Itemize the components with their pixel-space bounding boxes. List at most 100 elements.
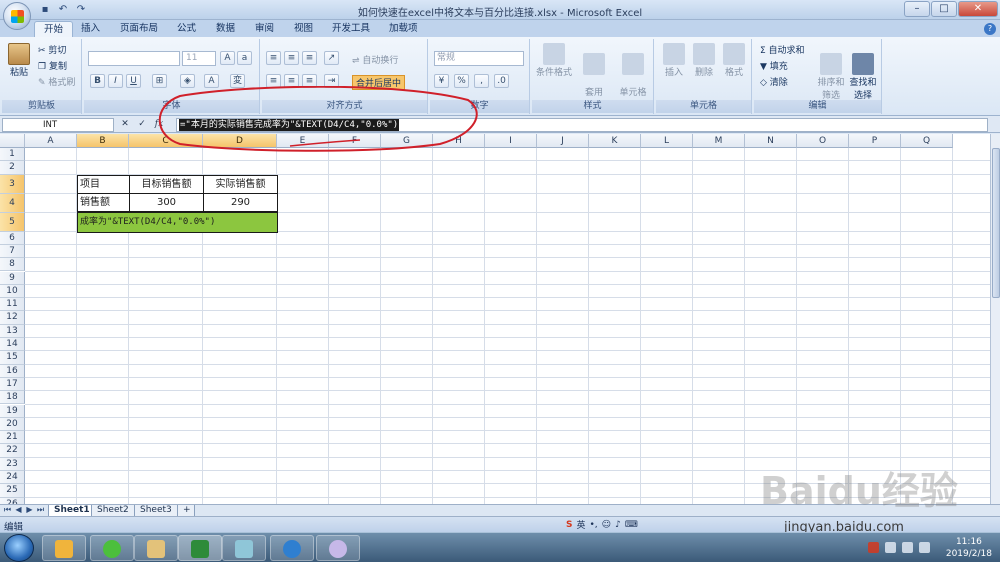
tab-view[interactable]: 视图 xyxy=(285,21,322,37)
autosum-button[interactable]: Σ 自动求和 xyxy=(760,43,805,56)
column-header-k[interactable]: K xyxy=(589,134,641,148)
tab-data[interactable]: 数据 xyxy=(207,21,244,37)
tab-page-layout[interactable]: 页面布局 xyxy=(111,21,167,37)
microphone-icon[interactable]: ♪ xyxy=(615,520,621,530)
comma-icon[interactable]: , xyxy=(474,74,489,88)
taskbar-app-1[interactable] xyxy=(42,535,86,561)
row-header-3[interactable]: 3 xyxy=(0,174,25,194)
increase-decimal-icon[interactable]: .0 xyxy=(494,74,509,88)
bold-button[interactable]: B xyxy=(90,74,105,88)
indent-icon[interactable]: ⇥ xyxy=(324,74,339,88)
format-cells-button[interactable]: 格式 xyxy=(720,43,748,78)
cell-b3[interactable]: 项目 xyxy=(77,175,130,194)
first-sheet-icon[interactable]: ⏮ xyxy=(3,505,12,515)
start-button[interactable] xyxy=(4,534,34,562)
tab-review[interactable]: 审阅 xyxy=(246,21,283,37)
row-header-22[interactable]: 22 xyxy=(0,444,25,458)
row-header-14[interactable]: 14 xyxy=(0,338,25,352)
column-header-l[interactable]: L xyxy=(641,134,693,148)
tab-insert[interactable]: 插入 xyxy=(72,21,109,37)
cell-b5-editing[interactable]: 成率为"&TEXT(D4/C4,"0.0%") xyxy=(77,212,278,233)
border-icon[interactable]: ⊞ xyxy=(152,74,167,88)
tab-addins[interactable]: 加载项 xyxy=(380,21,427,37)
row-header-8[interactable]: 8 xyxy=(0,258,25,272)
taskbar-app-7[interactable] xyxy=(316,535,360,561)
align-center-icon[interactable]: ≡ xyxy=(284,74,299,88)
row-header-16[interactable]: 16 xyxy=(0,364,25,378)
cell-c3[interactable]: 目标销售额 xyxy=(129,175,204,194)
clear-button[interactable]: ◇ 清除 xyxy=(760,75,788,88)
column-header-h[interactable]: H xyxy=(433,134,485,148)
find-select-button[interactable]: 查找和 选择 xyxy=(848,43,878,101)
column-header-e[interactable]: E xyxy=(277,134,329,148)
row-header-4[interactable]: 4 xyxy=(0,193,25,213)
copy-button[interactable]: ❐ 复制 xyxy=(38,59,67,72)
format-painter-button[interactable]: ✎ 格式刷 xyxy=(38,75,75,88)
row-header-12[interactable]: 12 xyxy=(0,311,25,325)
insert-function-icon[interactable]: fx xyxy=(152,118,166,131)
row-header-15[interactable]: 15 xyxy=(0,351,25,365)
cell-d4[interactable]: 290 xyxy=(203,193,278,212)
tray-sogou-icon[interactable] xyxy=(868,542,879,553)
currency-icon[interactable]: ¥ xyxy=(434,74,449,88)
taskbar-app-2[interactable] xyxy=(90,535,134,561)
emoji-icon[interactable]: ☺ xyxy=(602,520,611,530)
row-header-17[interactable]: 17 xyxy=(0,377,25,392)
row-header-18[interactable]: 18 xyxy=(0,391,25,405)
row-header-11[interactable]: 11 xyxy=(0,298,25,312)
clock[interactable]: 11:16 2019/2/18 xyxy=(946,536,992,560)
row-header-25[interactable]: 25 xyxy=(0,484,25,498)
cut-button[interactable]: ✂ 剪切 xyxy=(38,43,66,56)
shrink-font-icon[interactable]: a xyxy=(237,51,252,65)
row-header-9[interactable]: 9 xyxy=(0,271,25,285)
insert-cells-button[interactable]: 插入 xyxy=(660,43,688,78)
orientation-icon[interactable]: ↗ xyxy=(324,51,339,65)
column-header-d[interactable]: D xyxy=(203,134,277,148)
close-button[interactable]: ✕ xyxy=(958,1,998,17)
font-family-combo[interactable] xyxy=(88,51,180,66)
tab-formulas[interactable]: 公式 xyxy=(168,21,205,37)
column-header-c[interactable]: C xyxy=(129,134,203,148)
cell-b4[interactable]: 销售额 xyxy=(77,193,130,212)
column-header-q[interactable]: Q xyxy=(901,134,953,148)
tray-flag-icon[interactable] xyxy=(885,542,896,553)
conditional-format-button[interactable]: 条件格式 xyxy=(536,43,572,78)
column-header-m[interactable]: M xyxy=(693,134,745,148)
align-left-icon[interactable]: ≡ xyxy=(266,74,281,88)
align-top-icon[interactable]: ≡ xyxy=(266,51,281,65)
maximize-button[interactable]: □ xyxy=(931,1,957,17)
cell-d3[interactable]: 实际销售额 xyxy=(203,175,278,194)
grow-font-icon[interactable]: A xyxy=(220,51,235,65)
row-header-19[interactable]: 19 xyxy=(0,404,25,418)
cancel-icon[interactable]: ✕ xyxy=(118,118,132,131)
last-sheet-icon[interactable]: ⏭ xyxy=(36,505,45,515)
column-header-p[interactable]: P xyxy=(849,134,901,148)
select-all-corner[interactable] xyxy=(0,134,25,148)
number-format-combo[interactable]: 常规 xyxy=(434,51,524,66)
column-header-f[interactable]: F xyxy=(329,134,381,148)
delete-cells-button[interactable]: 删除 xyxy=(690,43,718,78)
sogou-icon[interactable]: S xyxy=(566,520,572,530)
row-header-24[interactable]: 24 xyxy=(0,471,25,485)
tray-volume-icon[interactable] xyxy=(919,542,930,553)
tab-developer[interactable]: 开发工具 xyxy=(323,21,379,37)
align-middle-icon[interactable]: ≡ xyxy=(284,51,299,65)
taskbar-app-3[interactable] xyxy=(134,535,178,561)
percent-button[interactable]: % xyxy=(454,74,469,88)
name-box[interactable]: INT xyxy=(2,118,114,132)
column-header-j[interactable]: J xyxy=(537,134,589,148)
row-header-21[interactable]: 21 xyxy=(0,431,25,445)
column-header-o[interactable]: O xyxy=(797,134,849,148)
enter-icon[interactable]: ✓ xyxy=(135,118,149,131)
worksheet-grid[interactable]: ABCDEFGHIJKLMNOPQ 1 2 3 4 5 6 7 8 9 10 11 12 13 14 15 1… xyxy=(0,134,990,504)
font-color-icon[interactable]: A xyxy=(204,74,219,88)
keyboard-icon[interactable]: ⌨ xyxy=(625,520,638,530)
column-header-b[interactable]: B xyxy=(77,134,129,148)
column-header-n[interactable]: N xyxy=(745,134,797,148)
tab-home[interactable]: 开始 xyxy=(34,21,74,37)
merge-center-button[interactable]: 合并后居中 xyxy=(352,75,406,90)
phonetic-icon[interactable]: 変 xyxy=(230,74,245,88)
prev-sheet-icon[interactable]: ◀ xyxy=(14,505,23,515)
taskbar-app-6[interactable] xyxy=(270,535,314,561)
row-header-20[interactable]: 20 xyxy=(0,417,25,432)
